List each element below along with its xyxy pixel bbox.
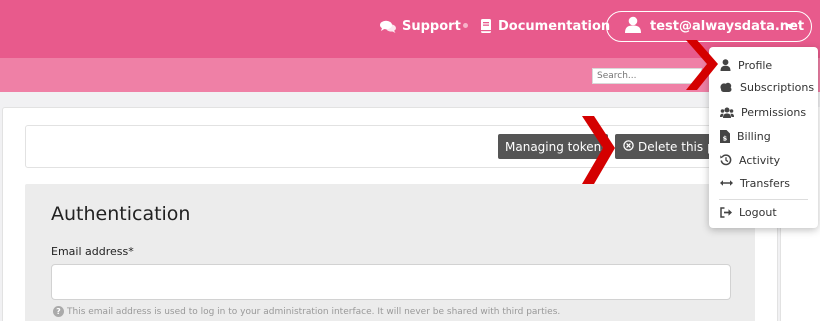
annotation-arrow-icon (686, 40, 718, 90)
history-icon (720, 154, 732, 166)
menu-item-billing[interactable]: $ Billing (720, 128, 771, 144)
circle-x-icon (623, 139, 634, 154)
transfer-icon (720, 179, 733, 187)
support-label: Support (402, 18, 461, 34)
logout-icon (720, 206, 732, 218)
email-field[interactable] (51, 264, 731, 300)
menu-item-logout[interactable]: Logout (720, 204, 777, 220)
menu-item-permissions[interactable]: Permissions (720, 104, 806, 120)
cloud-icon (719, 82, 733, 92)
svg-text:$: $ (723, 134, 728, 142)
documentation-label: Documentation (498, 18, 611, 34)
menu-item-label: Activity (739, 153, 781, 167)
email-help-label: This email address is used to log in to … (67, 306, 561, 317)
menu-item-subscriptions[interactable]: Subscriptions (719, 79, 814, 95)
question-circle-icon: ? (53, 306, 64, 317)
delete-profile-button[interactable]: Delete this profile (615, 134, 715, 159)
section-title: Authentication (51, 203, 191, 225)
book-icon (480, 19, 492, 33)
nav-separator-dot (463, 23, 468, 28)
user-icon (720, 59, 731, 71)
documentation-link[interactable]: Documentation (480, 17, 610, 35)
menu-item-label: Profile (738, 58, 773, 72)
menu-item-profile[interactable]: Profile (720, 57, 772, 73)
email-help-text: ? This email address is used to log in t… (53, 306, 560, 317)
menu-divider (719, 199, 808, 200)
menu-item-label: Subscriptions (740, 80, 815, 94)
chevron-down-icon (786, 24, 794, 29)
support-link[interactable]: Support (380, 17, 461, 35)
user-email: test@alwaysdata.net (650, 19, 805, 34)
menu-item-transfers[interactable]: Transfers (720, 175, 790, 191)
email-label: Email address* (51, 245, 134, 258)
menu-item-label: Logout (739, 205, 777, 219)
menu-item-activity[interactable]: Activity (720, 152, 780, 168)
menu-item-label: Billing (737, 129, 771, 143)
invoice-icon: $ (720, 129, 730, 143)
user-account-button[interactable]: test@alwaysdata.net (606, 11, 812, 42)
annotation-arrow-icon (582, 116, 615, 184)
user-dropdown-menu: Profile Subscriptions Permissions $ Bill… (709, 47, 818, 228)
user-avatar-icon (625, 16, 641, 37)
delete-profile-label: Delete this profile (638, 139, 715, 154)
menu-item-label: Permissions (741, 105, 807, 119)
menu-item-label: Transfers (740, 176, 790, 190)
users-icon (720, 107, 734, 118)
chat-icon (380, 20, 396, 33)
